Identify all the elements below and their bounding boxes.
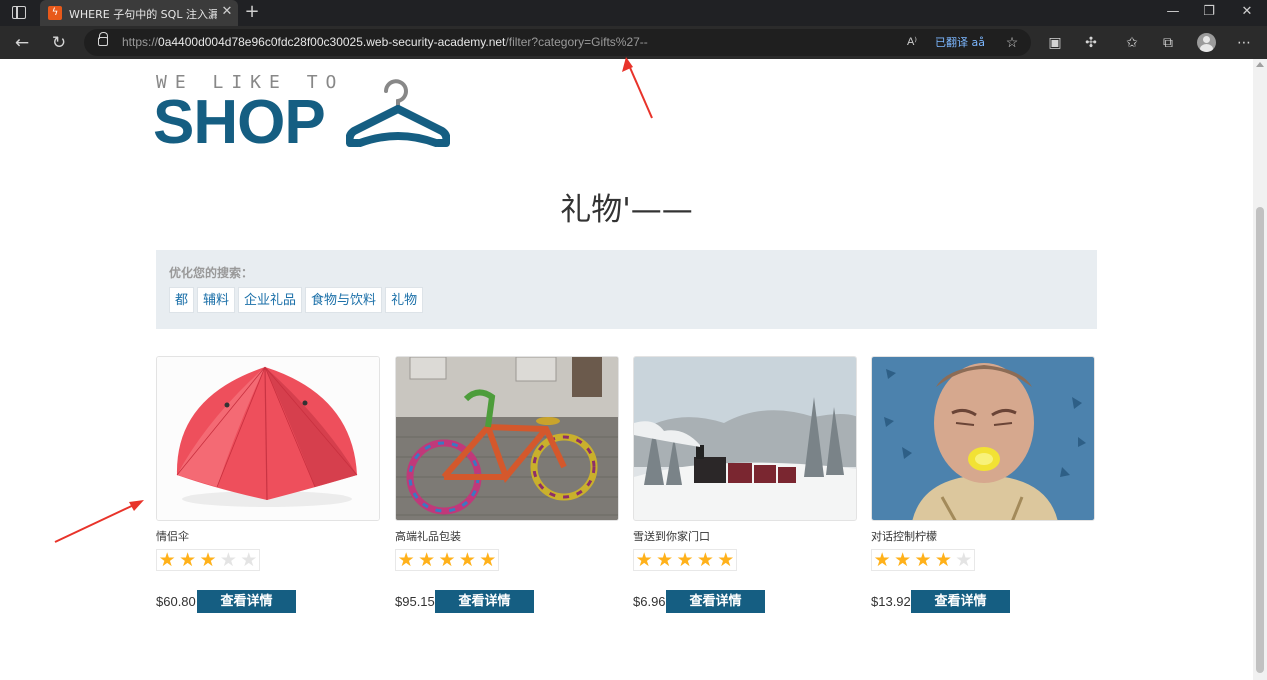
page-scrollbar[interactable] — [1253, 59, 1267, 680]
scroll-up-icon[interactable] — [1256, 62, 1264, 67]
star-icon: ★ — [179, 549, 197, 571]
new-tab-icon[interactable]: + — [244, 2, 260, 22]
star-icon: ★ — [894, 549, 912, 571]
url-protocol: https:// — [122, 35, 159, 49]
filter-link-food-drink[interactable]: 食物与饮料 — [305, 287, 383, 313]
view-details-button[interactable]: 查看详情 — [911, 590, 1010, 613]
view-details-button[interactable]: 查看详情 — [197, 590, 296, 613]
browser-tab-bar: ϟ WHERE 子句中的 SQL 注入漏洞允 ✕ + — ❐ ✕ — [0, 0, 1267, 26]
filter-link-corporate-gifts[interactable]: 企业礼品 — [238, 287, 303, 313]
product-price: $95.15 — [395, 594, 435, 609]
minimize-icon[interactable]: — — [1163, 3, 1183, 21]
red-umbrella-icon — [157, 357, 379, 520]
star-icon: ★ — [934, 549, 952, 571]
product-price: $60.80 — [156, 594, 196, 609]
star-icon: ★ — [397, 549, 415, 571]
star-icon: ★ — [199, 549, 217, 571]
more-menu-icon[interactable]: ⋯ — [1234, 33, 1254, 53]
back-icon[interactable]: ← — [11, 32, 33, 54]
star-icon: ★ — [158, 549, 176, 571]
product-image-snow-train — [633, 356, 857, 521]
star-icon: ★ — [240, 549, 258, 571]
browser-essentials-icon[interactable]: ▣ — [1045, 33, 1065, 53]
logo-word: SHOP — [153, 88, 326, 157]
star-icon: ★ — [418, 549, 436, 571]
scroll-thumb[interactable] — [1256, 207, 1264, 673]
star-icon: ★ — [219, 549, 237, 571]
product-image-lemon-man — [871, 356, 1095, 521]
url-host: 0a4400d004d78e96c0fdc28f00c30025.web-sec… — [158, 35, 506, 49]
star-icon: ★ — [479, 549, 497, 571]
hanger-logo-icon — [346, 79, 450, 147]
profile-avatar[interactable] — [1197, 33, 1216, 52]
product-image-bicycle — [395, 356, 619, 521]
product-price: $6.96 — [633, 594, 666, 609]
star-rating: ★ ★ ★ ★ ★ — [633, 549, 737, 571]
product-name: 雪送到你家门口 — [633, 530, 710, 543]
product-name: 对话控制柠檬 — [871, 530, 937, 543]
read-aloud-icon[interactable]: A⁾ — [904, 34, 920, 51]
address-bar[interactable]: https://0a4400d004d78e96c0fdc28f00c30025… — [84, 29, 1031, 56]
translate-icon: aå — [971, 36, 985, 49]
star-icon: ★ — [914, 549, 932, 571]
star-icon: ★ — [635, 549, 653, 571]
star-icon: ★ — [656, 549, 674, 571]
filter-links: 都 辅料 企业礼品 食物与饮料 礼物 — [169, 287, 424, 313]
view-details-button[interactable]: 查看详情 — [666, 590, 765, 613]
filter-link-accessories[interactable]: 辅料 — [197, 287, 236, 313]
page-viewport: WE LIKE TO SHOP 礼物'—— 优化您的搜索： 都 辅料 企业礼品 … — [0, 59, 1253, 680]
url-path: /filter?category=Gifts%27-- — [505, 35, 648, 49]
product-name: 情侣伞 — [156, 530, 189, 543]
star-rating: ★ ★ ★ ★ ★ — [871, 549, 975, 571]
snow-train-icon — [634, 357, 856, 520]
translated-indicator[interactable]: 已翻译 aå — [935, 34, 985, 51]
filter-link-gifts[interactable]: 礼物 — [385, 287, 424, 313]
filter-box: 优化您的搜索： 都 辅料 企业礼品 食物与饮料 礼物 — [156, 250, 1097, 329]
browser-toolbar: ← ↻ https://0a4400d004d78e96c0fdc28f00c3… — [0, 26, 1267, 59]
close-tab-icon[interactable]: ✕ — [220, 4, 234, 20]
browser-tab-active[interactable]: ϟ WHERE 子句中的 SQL 注入漏洞允 ✕ — [40, 0, 238, 26]
refresh-icon[interactable]: ↻ — [48, 32, 70, 54]
view-details-button[interactable]: 查看详情 — [435, 590, 534, 613]
product-price: $13.92 — [871, 594, 911, 609]
close-window-icon[interactable]: ✕ — [1237, 3, 1257, 21]
star-icon: ★ — [458, 549, 476, 571]
star-icon: ★ — [676, 549, 694, 571]
star-icon: ★ — [955, 549, 973, 571]
favorite-star-icon[interactable]: ☆ — [1004, 34, 1020, 51]
extensions-icon[interactable]: ✣ — [1081, 33, 1101, 53]
star-rating: ★ ★ ★ ★ ★ — [156, 549, 260, 571]
restore-icon[interactable]: ❐ — [1199, 3, 1219, 21]
tab-title: WHERE 子句中的 SQL 注入漏洞允 — [69, 8, 217, 21]
burp-favicon-icon: ϟ — [48, 6, 62, 20]
filter-link-all[interactable]: 都 — [169, 287, 195, 313]
star-icon: ★ — [873, 549, 891, 571]
url-text[interactable]: https://0a4400d004d78e96c0fdc28f00c30025… — [122, 35, 648, 49]
lemon-man-icon — [872, 357, 1094, 520]
star-icon: ★ — [696, 549, 714, 571]
star-icon: ★ — [438, 549, 456, 571]
product-image-umbrella — [156, 356, 380, 521]
page-title: 礼物'—— — [560, 192, 693, 228]
lock-icon[interactable] — [98, 32, 108, 46]
collections-icon[interactable]: ⧉ — [1158, 33, 1178, 53]
star-icon: ★ — [717, 549, 735, 571]
favorites-icon[interactable]: ✩ — [1122, 33, 1142, 53]
knitted-bicycle-icon — [396, 357, 618, 520]
product-name: 高端礼品包装 — [395, 530, 461, 543]
tab-actions-icon[interactable] — [12, 6, 26, 19]
star-rating: ★ ★ ★ ★ ★ — [395, 549, 499, 571]
translated-label: 已翻译 — [935, 36, 968, 49]
filter-label: 优化您的搜索： — [169, 266, 254, 280]
